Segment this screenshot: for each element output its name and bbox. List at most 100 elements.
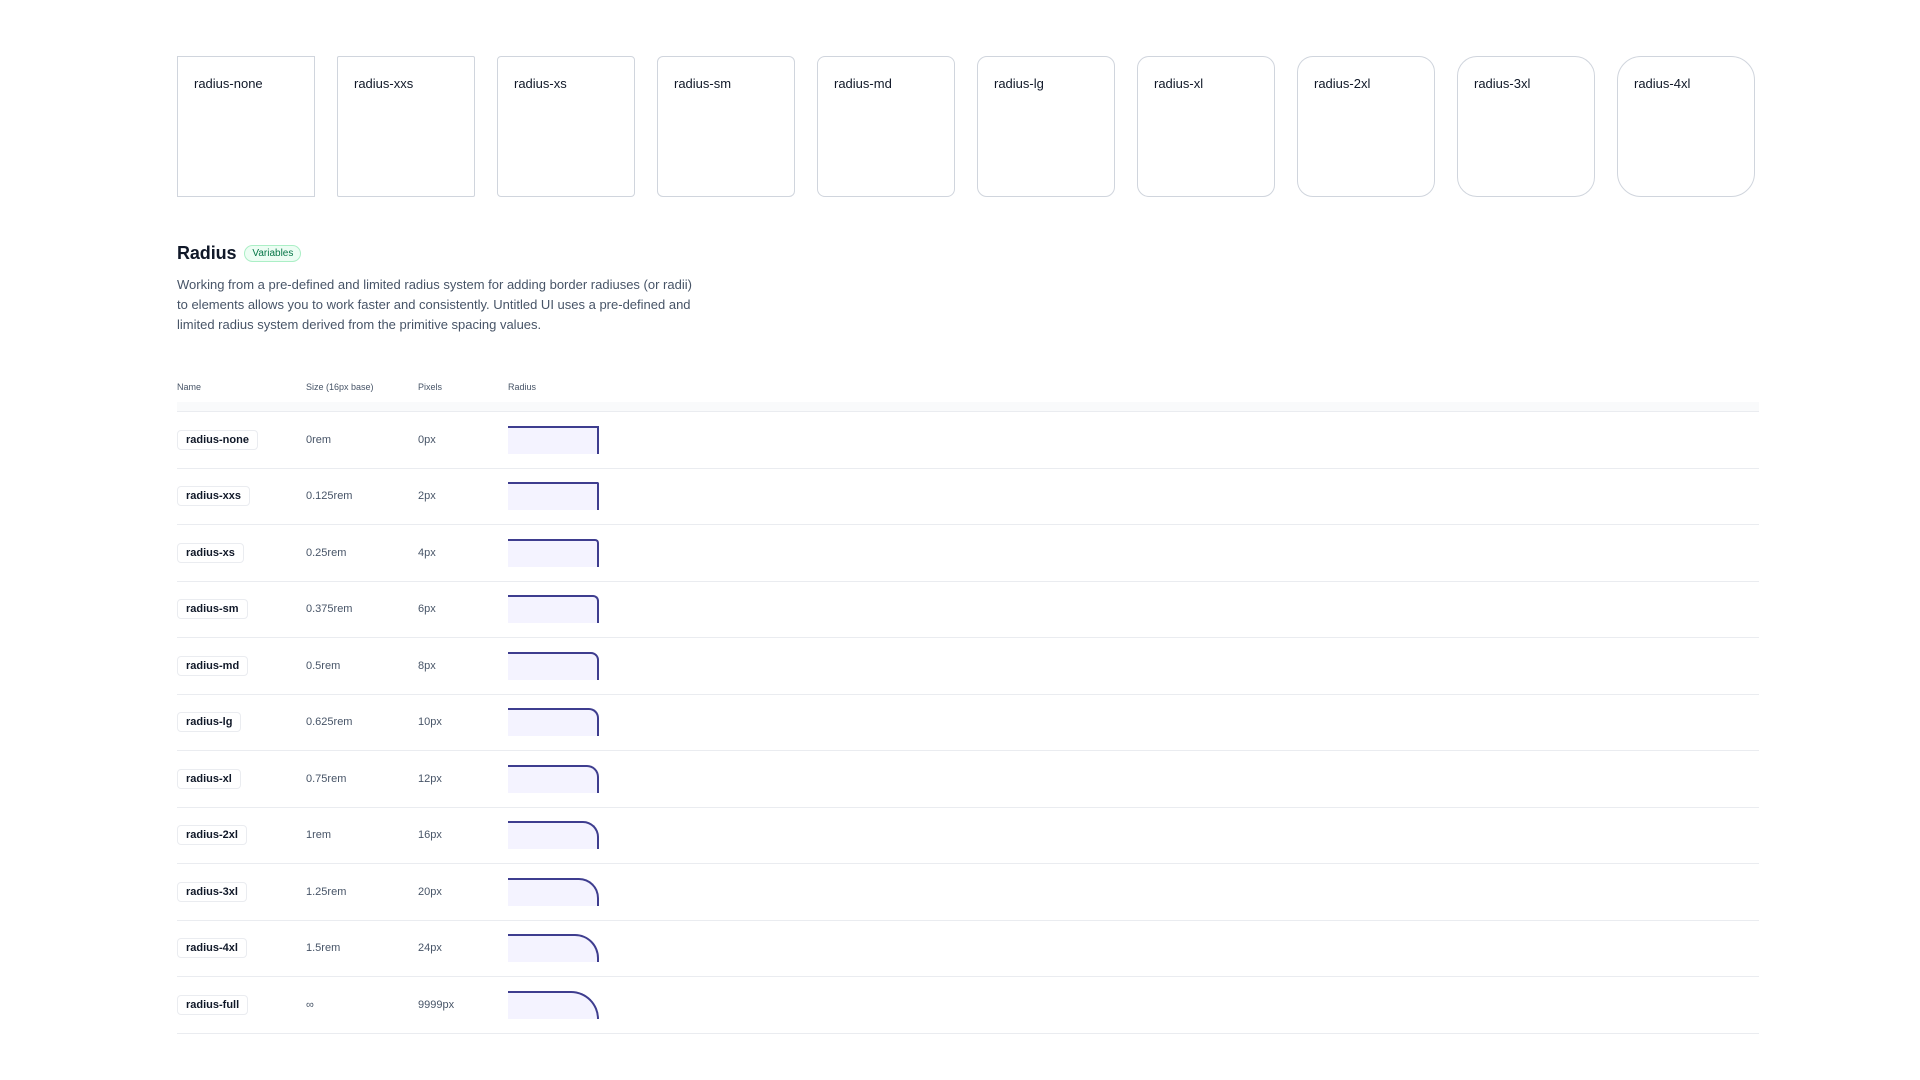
size-cell: ∞: [306, 998, 314, 1011]
size-cell: 0.375rem: [306, 603, 353, 616]
radius-cell: [508, 708, 608, 737]
pixels-cell: 6px: [418, 603, 436, 616]
table-row: radius-lg 0.625rem 10px: [177, 695, 1759, 751]
radius-card-label: radius-2xl: [1314, 76, 1371, 91]
radius-card-label: radius-none: [194, 76, 263, 91]
size-cell: 1.25rem: [306, 885, 347, 898]
radius-cell: [508, 595, 608, 624]
header-pixels: Pixels: [418, 382, 443, 392]
radius-cell: [508, 538, 608, 567]
radius-preview-swatch: [508, 482, 599, 511]
pixels-cell: 10px: [418, 716, 442, 729]
token-name-chip[interactable]: radius-sm: [177, 599, 248, 620]
name-cell: radius-3xl: [177, 881, 306, 902]
token-name-chip[interactable]: radius-2xl: [177, 825, 247, 846]
radius-cell: [508, 821, 608, 850]
name-cell: radius-none: [177, 429, 306, 450]
size-cell: 0.125rem: [306, 490, 353, 503]
pixels-cell: 4px: [418, 546, 436, 559]
token-name-chip[interactable]: radius-xxs: [177, 486, 251, 507]
radius-card: radius-4xl: [1617, 56, 1755, 197]
radius-cell: [508, 990, 608, 1019]
radius-doc-page: radius-none radius-xxs radius-xs radius-sm r…: [0, 0, 1920, 1080]
pixels-cell: 8px: [418, 659, 436, 672]
radius-cell: [508, 877, 608, 906]
radius-card: radius-md: [817, 56, 955, 197]
table-body: radius-none 0rem 0px radius-xxs 0.125rem 2px r…: [177, 412, 1759, 1034]
radius-cell: [508, 482, 608, 511]
size-cell: 1rem: [306, 829, 332, 842]
table-row: radius-xs 0.25rem 4px: [177, 525, 1759, 582]
radius-card-label: radius-md: [834, 76, 892, 91]
radius-preview-swatch: [508, 651, 599, 680]
section-title: Radius: [177, 243, 237, 263]
radius-cell: [508, 764, 608, 793]
header-name: Name: [177, 382, 202, 392]
radius-card-label: radius-xxs: [354, 76, 414, 91]
radius-card: radius-2xl: [1297, 56, 1435, 197]
name-cell: radius-md: [177, 655, 306, 676]
radius-card: radius-sm: [657, 56, 795, 197]
radius-card-label: radius-sm: [674, 76, 732, 91]
table-row: radius-md 0.5rem 8px: [177, 638, 1759, 695]
pixels-cell: 2px: [418, 490, 436, 503]
header-size: Size (16px base): [306, 382, 374, 392]
token-name-chip[interactable]: radius-xs: [177, 542, 244, 563]
name-cell: radius-lg: [177, 712, 306, 733]
radius-card: radius-3xl: [1457, 56, 1595, 197]
token-name-chip[interactable]: radius-none: [177, 429, 258, 450]
token-name-chip[interactable]: radius-full: [177, 994, 249, 1015]
radius-preview-cards: radius-none radius-xxs radius-xs radius-sm r…: [177, 56, 1755, 197]
radius-card-label: radius-xs: [514, 76, 567, 91]
pixels-cell: 0px: [418, 433, 436, 446]
pixels-cell: 20px: [418, 885, 442, 898]
radius-card: radius-xs: [497, 56, 635, 197]
radius-preview-swatch: [508, 990, 599, 1019]
size-cell: 0rem: [306, 433, 332, 446]
radius-preview-swatch: [508, 538, 599, 567]
radius-card: radius-xl: [1137, 56, 1275, 197]
token-name-chip[interactable]: radius-4xl: [177, 938, 247, 959]
token-name-chip[interactable]: radius-md: [177, 655, 249, 676]
radius-card-label: radius-4xl: [1634, 76, 1691, 91]
token-name-chip[interactable]: radius-3xl: [177, 881, 247, 902]
size-cell: 0.75rem: [306, 772, 347, 785]
radius-cell: [508, 651, 608, 680]
radius-card-label: radius-lg: [994, 76, 1044, 91]
token-name-chip[interactable]: radius-lg: [177, 712, 242, 733]
section-header: Radius Variables: [177, 243, 302, 264]
section-description: Working from a pre-defined and limited r…: [177, 277, 692, 332]
name-cell: radius-xxs: [177, 486, 306, 507]
table-row: radius-xl 0.75rem 12px: [177, 751, 1759, 808]
radius-table: Name Size (16px base) Pixels Radius radi…: [177, 372, 1759, 1034]
pixels-cell: 9999px: [418, 998, 455, 1011]
table-row: radius-3xl 1.25rem 20px: [177, 864, 1759, 921]
radius-cell: [508, 425, 608, 454]
pixels-cell: 24px: [418, 942, 442, 955]
radius-preview-swatch: [508, 934, 599, 963]
variables-badge[interactable]: Variables: [244, 245, 302, 262]
radius-card-label: radius-3xl: [1474, 76, 1531, 91]
radius-card: radius-lg: [977, 56, 1115, 197]
table-header-band: [177, 402, 1759, 412]
name-cell: radius-sm: [177, 599, 306, 620]
pixels-cell: 12px: [418, 772, 442, 785]
radius-card: radius-xxs: [337, 56, 475, 197]
radius-preview-swatch: [508, 764, 599, 793]
table-row: radius-none 0rem 0px: [177, 412, 1759, 469]
table-row: radius-4xl 1.5rem 24px: [177, 921, 1759, 977]
size-cell: 0.5rem: [306, 659, 341, 672]
name-cell: radius-4xl: [177, 938, 306, 959]
radius-preview-swatch: [508, 595, 599, 624]
size-cell: 0.625rem: [306, 716, 353, 729]
radius-card-label: radius-xl: [1154, 76, 1204, 91]
size-cell: 1.5rem: [306, 942, 341, 955]
radius-preview-swatch: [508, 821, 599, 850]
table-header: Name Size (16px base) Pixels Radius: [177, 372, 1759, 402]
table-row: radius-2xl 1rem 16px: [177, 808, 1759, 864]
name-cell: radius-2xl: [177, 825, 306, 846]
radius-cell: [508, 934, 608, 963]
radius-preview-swatch: [508, 708, 599, 737]
token-name-chip[interactable]: radius-xl: [177, 768, 241, 789]
pixels-cell: 16px: [418, 829, 442, 842]
